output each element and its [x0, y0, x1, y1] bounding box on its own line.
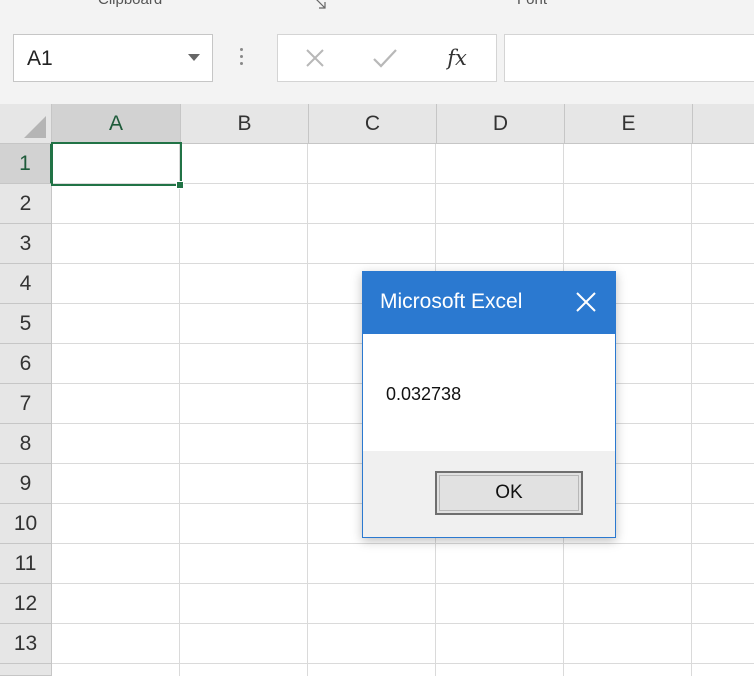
row-header-14[interactable]	[0, 664, 52, 676]
close-icon	[576, 292, 596, 312]
column-header-a[interactable]: A	[52, 104, 181, 144]
column-header-b[interactable]: B	[181, 104, 309, 144]
column-header-d[interactable]: D	[437, 104, 565, 144]
formula-buttons: fx	[277, 34, 497, 82]
column-header-f[interactable]	[693, 104, 754, 144]
row-header-13[interactable]: 13	[0, 624, 52, 664]
name-box[interactable]: A1	[13, 34, 213, 82]
ribbon-group-font-label: Font	[517, 0, 547, 8]
row-header-11[interactable]: 11	[0, 544, 52, 584]
message-box-dialog: Microsoft Excel 0.032738 OK	[362, 271, 616, 538]
row-header-6[interactable]: 6	[0, 344, 52, 384]
ok-button[interactable]: OK	[435, 471, 583, 515]
close-icon	[306, 49, 324, 67]
cancel-edit-button[interactable]	[300, 43, 330, 73]
dialog-footer: OK	[363, 451, 615, 537]
name-box-value: A1	[27, 47, 53, 70]
select-all-triangle-icon	[24, 116, 46, 138]
row-header-5[interactable]: 5	[0, 304, 52, 344]
select-all-button[interactable]	[0, 104, 52, 144]
dialog-titlebar[interactable]: Microsoft Excel	[363, 272, 615, 334]
row-header-9[interactable]: 9	[0, 464, 52, 504]
formula-bar: A1 fx	[0, 20, 754, 104]
function-icon: fx	[447, 46, 467, 70]
row-header-10[interactable]: 10	[0, 504, 52, 544]
dialog-close-button[interactable]	[573, 289, 599, 315]
active-cell-a1[interactable]	[51, 142, 182, 186]
column-header-c[interactable]: C	[309, 104, 437, 144]
checkmark-icon	[373, 49, 397, 68]
confirm-edit-button[interactable]	[370, 43, 400, 73]
dialog-launcher-icon[interactable]	[314, 0, 326, 11]
column-header-e[interactable]: E	[565, 104, 693, 144]
dialog-title: Microsoft Excel	[380, 290, 523, 313]
row-header-12[interactable]: 12	[0, 584, 52, 624]
row-header-4[interactable]: 4	[0, 264, 52, 304]
row-header-2[interactable]: 2	[0, 184, 52, 224]
row-header-1[interactable]: 1	[0, 144, 52, 184]
chevron-down-icon[interactable]	[188, 54, 200, 61]
insert-function-button[interactable]: fx	[442, 43, 472, 73]
ribbon-group-labels: Clipboard Font	[0, 0, 754, 20]
dialog-message: 0.032738	[386, 384, 462, 404]
ribbon-group-clipboard-label: Clipboard	[98, 0, 162, 8]
row-header-3[interactable]: 3	[0, 224, 52, 264]
formula-input[interactable]	[504, 34, 754, 82]
ok-button-label: OK	[495, 482, 523, 503]
fill-handle[interactable]	[176, 181, 184, 189]
dialog-body: 0.032738	[363, 334, 615, 451]
row-header-7[interactable]: 7	[0, 384, 52, 424]
row-header-8[interactable]: 8	[0, 424, 52, 464]
more-options-icon[interactable]	[240, 48, 244, 68]
